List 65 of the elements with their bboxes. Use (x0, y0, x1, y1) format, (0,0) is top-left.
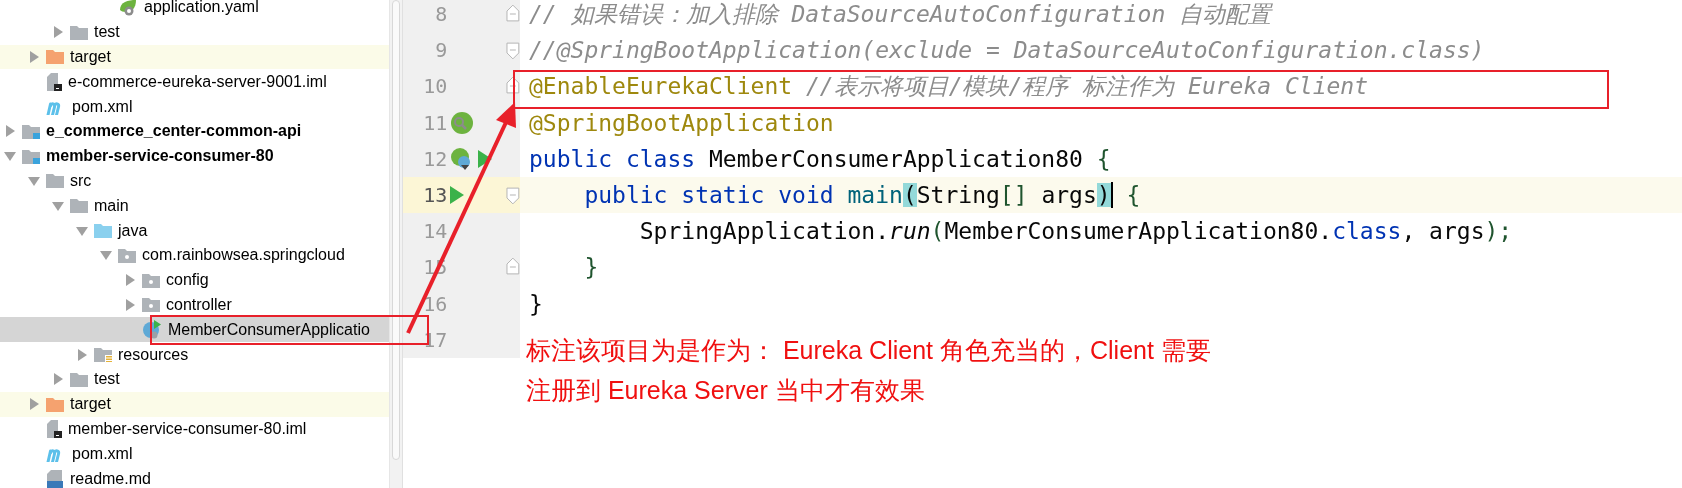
module-icon (22, 148, 40, 164)
fold-marker-icon[interactable] (506, 39, 520, 62)
expand-arrow-icon[interactable] (52, 199, 64, 212)
bean-search-icon[interactable] (450, 110, 475, 135)
expand-arrow-icon[interactable] (76, 348, 88, 361)
code-line: @EnableEurekaClient //表示将项目/模块/程序 标注作为 Eureka Client (529, 74, 1369, 99)
annotation-text: 标注该项目为是作为： Eureka Client 角色充当的，Client 需要 (526, 335, 1211, 366)
tree-item[interactable]: application.yaml (0, 0, 389, 20)
tree-item[interactable]: target (0, 44, 389, 70)
expand-arrow-icon[interactable] (4, 150, 16, 163)
tree-item[interactable]: pom.xml (0, 441, 389, 467)
file-icon (46, 419, 62, 438)
tree-item[interactable]: target (0, 391, 389, 417)
code-line: // 如果错误：加入排除 DataSourceAutoConfiguration 自动配置 (529, 2, 1272, 27)
expand-arrow-icon[interactable] (52, 26, 64, 39)
tree-item[interactable]: readme.md (0, 466, 389, 488)
code-line: public static void main(String[] args) { (583, 183, 1141, 208)
folder-icon (94, 223, 112, 239)
package-icon (142, 297, 160, 313)
code-line: } (529, 291, 543, 316)
expand-arrow-icon[interactable] (76, 224, 88, 237)
module-icon (22, 123, 40, 139)
tree-item[interactable]: controller (0, 292, 389, 318)
tree-item[interactable]: main (0, 193, 389, 219)
code-line: //@SpringBootApplication(exclude = DataSourceAutoConfiguration.class) (529, 38, 1485, 63)
expand-arrow-icon[interactable] (100, 249, 112, 262)
expand-arrow-icon[interactable] (124, 298, 136, 311)
expand-arrow-icon[interactable] (124, 274, 136, 287)
fold-marker-icon[interactable] (506, 184, 520, 207)
file-icon (46, 72, 62, 91)
folder-icon (46, 396, 64, 412)
tree-item[interactable]: MemberConsumerApplicatio (0, 317, 389, 343)
tree-item[interactable]: e_commerce_center-common-api (0, 119, 389, 144)
expand-arrow-icon[interactable] (4, 125, 16, 138)
tree-item[interactable]: test (0, 19, 389, 45)
folder-icon (46, 49, 64, 65)
folder-icon (46, 173, 64, 189)
code-line: public class MemberConsumerApplication80 { (529, 146, 1111, 171)
tree-item[interactable]: src (0, 168, 389, 194)
code-line: @SpringBootApplication (529, 110, 834, 135)
expand-arrow-icon[interactable] (28, 51, 40, 63)
code-line: } (583, 255, 599, 280)
folder-icon (70, 198, 88, 214)
expand-arrow-icon[interactable] (28, 174, 40, 187)
folder-icon (70, 371, 88, 387)
expand-arrow-icon[interactable] (28, 398, 40, 411)
tree-item[interactable]: member-service-consumer-80.iml (0, 416, 389, 442)
tree-item[interactable]: member-service-consumer-80 (0, 143, 389, 169)
package-icon (142, 272, 160, 288)
tree-item[interactable]: pom.xml (0, 94, 389, 119)
tree-item[interactable]: resources (0, 342, 389, 367)
tree-item[interactable]: java (0, 218, 389, 243)
tree-item[interactable]: config (0, 267, 389, 293)
resources-folder-icon (94, 347, 112, 363)
tree-item[interactable]: e-commerce-eureka-server-9001.iml (0, 69, 389, 95)
tree-item[interactable]: test (0, 366, 389, 392)
run-icon[interactable] (450, 186, 465, 205)
annotation-text: 注册到 Eureka Server 当中才有效果 (526, 375, 926, 406)
tree-item[interactable]: com.rainbowsea.springcloud (0, 242, 389, 268)
class-run-icon (142, 319, 162, 340)
folder-icon (70, 24, 88, 40)
expand-arrow-icon[interactable] (52, 373, 64, 386)
code-line: SpringApplication.run(MemberConsumerApplication80.class, args); (638, 219, 1513, 244)
markdown-file-icon (46, 469, 64, 488)
package-icon (118, 247, 136, 263)
